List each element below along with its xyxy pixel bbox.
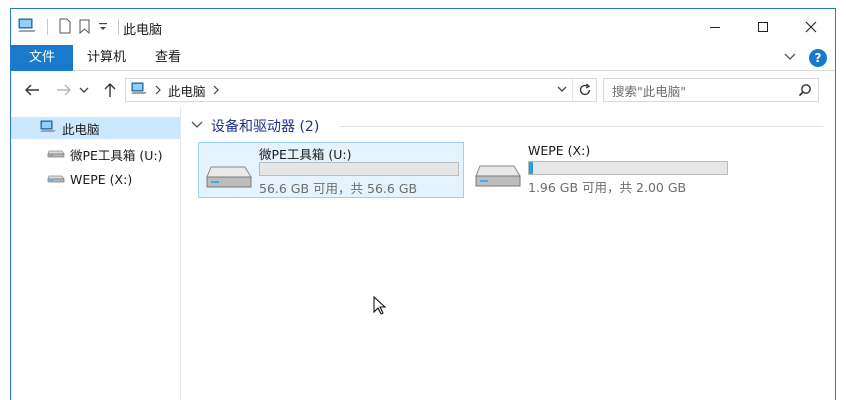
close-button[interactable] — [787, 9, 835, 45]
back-button[interactable] — [21, 79, 43, 101]
search-input[interactable]: 搜索"此电脑" — [612, 81, 686, 100]
explorer-window: 此电脑 文件 计算机 查看 ? 此电脑 搜索"此电脑" 此电脑 微PE工具箱 (… — [10, 8, 836, 400]
hard-drive-icon — [205, 163, 253, 194]
maximize-button[interactable] — [739, 9, 787, 45]
drive-name: WEPE (X:) — [528, 143, 591, 158]
nav-item-drive-u[interactable]: 微PE工具箱 (U:) — [47, 143, 163, 165]
window-controls — [691, 9, 835, 45]
up-arrow-icon — [104, 83, 116, 97]
address-dropdown-icon[interactable] — [556, 83, 568, 98]
forward-button[interactable] — [53, 79, 75, 101]
nav-item-label: 微PE工具箱 (U:) — [70, 147, 163, 163]
breadcrumb-item[interactable]: 此电脑 — [168, 81, 206, 100]
address-bar[interactable]: 此电脑 — [125, 78, 597, 102]
up-button[interactable] — [99, 79, 121, 101]
toolbar-divider — [118, 19, 119, 35]
computer-icon[interactable] — [17, 17, 37, 38]
breadcrumb: 此电脑 — [126, 81, 220, 100]
minimize-button[interactable] — [691, 9, 739, 45]
drive-space-info: 56.6 GB 可用，共 56.6 GB — [259, 181, 418, 196]
drive-icon — [47, 172, 65, 187]
content-area: 设备和驱动器 (2) 微PE工具箱 (U:) 56.6 GB 可用，共 56.6… — [183, 107, 835, 400]
toolbar-divider — [47, 19, 48, 35]
customize-dropdown-icon[interactable] — [98, 19, 108, 36]
refresh-icon — [579, 83, 590, 96]
drive-name: 微PE工具箱 (U:) — [259, 147, 352, 162]
group-title: 设备和驱动器 (2) — [211, 119, 320, 135]
mouse-cursor-icon — [373, 295, 387, 319]
refresh-button[interactable] — [572, 79, 596, 101]
group-divider — [339, 126, 823, 127]
nav-item-this-pc[interactable]: 此电脑 — [11, 117, 180, 139]
expand-ribbon-chevron-icon[interactable] — [783, 51, 797, 65]
quick-access-toolbar — [17, 9, 123, 45]
nav-item-drive-x[interactable]: WEPE (X:) — [47, 168, 132, 190]
properties-icon[interactable] — [58, 18, 72, 37]
collapse-chevron-icon[interactable] — [191, 118, 203, 134]
title-bar: 此电脑 — [11, 9, 835, 45]
drive-usage-bar — [259, 162, 459, 176]
ribbon-right: ? — [783, 49, 827, 67]
navigation-bar: 此电脑 搜索"此电脑" — [11, 71, 835, 107]
tab-computer[interactable]: 计算机 — [73, 45, 140, 71]
drive-usage-bar — [528, 161, 728, 175]
search-box[interactable]: 搜索"此电脑" — [603, 78, 819, 102]
drive-icon — [47, 147, 65, 162]
drive-space-info: 1.96 GB 可用，共 2.00 GB — [528, 180, 687, 195]
forward-arrow-icon — [57, 84, 71, 96]
nav-item-label: WEPE (X:) — [70, 171, 133, 187]
close-icon — [805, 21, 817, 33]
window-title: 此电脑 — [123, 23, 163, 38]
breadcrumb-chevron-icon[interactable] — [212, 83, 220, 98]
nav-item-label: 此电脑 — [62, 121, 100, 137]
back-arrow-icon — [25, 84, 39, 96]
drive-tile-u[interactable]: 微PE工具箱 (U:) 56.6 GB 可用，共 56.6 GB — [198, 142, 464, 198]
hard-drive-icon — [474, 162, 522, 193]
ribbon-tabs: 文件 计算机 查看 ? — [11, 45, 835, 71]
search-icon[interactable] — [798, 83, 812, 100]
breadcrumb-chevron-icon[interactable] — [154, 83, 162, 98]
recent-locations-button[interactable] — [77, 79, 91, 101]
drive-tile-x[interactable]: WEPE (X:) 1.96 GB 可用，共 2.00 GB — [468, 142, 734, 198]
help-button[interactable]: ? — [809, 49, 827, 67]
computer-icon — [39, 120, 57, 137]
minimize-icon — [710, 27, 720, 28]
group-header[interactable]: 设备和驱动器 (2) — [191, 116, 319, 136]
maximize-icon — [758, 22, 768, 32]
drive-usage-fill — [529, 162, 533, 174]
tab-view[interactable]: 查看 — [141, 45, 195, 71]
new-folder-icon[interactable] — [78, 18, 92, 37]
tab-file[interactable]: 文件 — [11, 45, 74, 71]
chevron-down-icon — [79, 87, 89, 93]
computer-icon — [130, 82, 148, 99]
navigation-pane: 此电脑 微PE工具箱 (U:) WEPE (X:) — [11, 107, 181, 400]
